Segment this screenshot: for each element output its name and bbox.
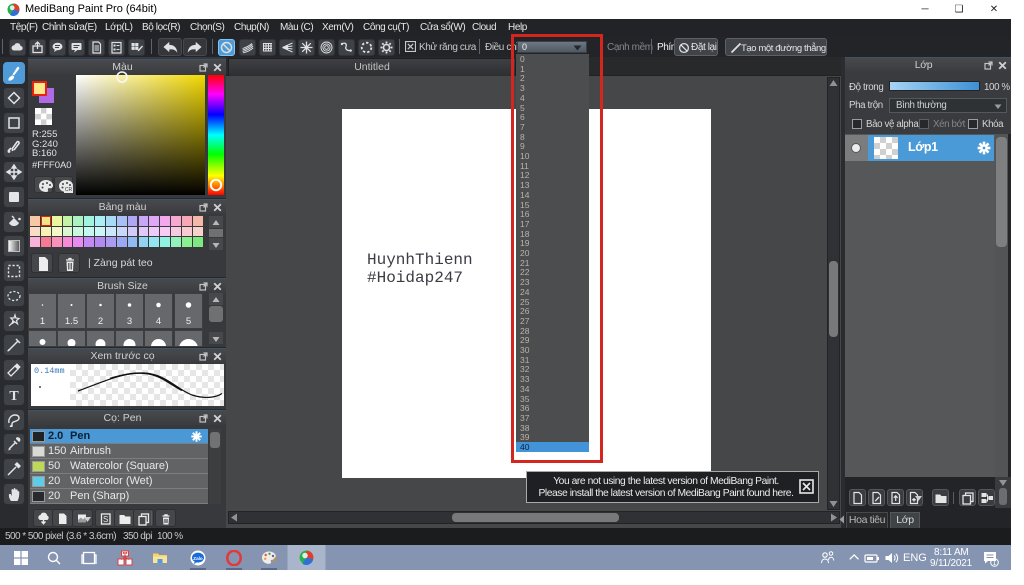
svg-text:3: 3 — [127, 316, 132, 327]
svg-text:Zalo: Zalo — [193, 556, 203, 561]
svg-text:5: 5 — [185, 316, 190, 327]
svg-text:1: 1 — [40, 316, 45, 327]
svg-text:4: 4 — [156, 316, 161, 327]
svg-text:1.5: 1.5 — [65, 316, 78, 327]
svg-text:T: T — [9, 389, 19, 404]
svg-text:2: 2 — [98, 316, 103, 327]
svg-text:S: S — [103, 515, 108, 524]
svg-text:1: 1 — [993, 560, 997, 567]
